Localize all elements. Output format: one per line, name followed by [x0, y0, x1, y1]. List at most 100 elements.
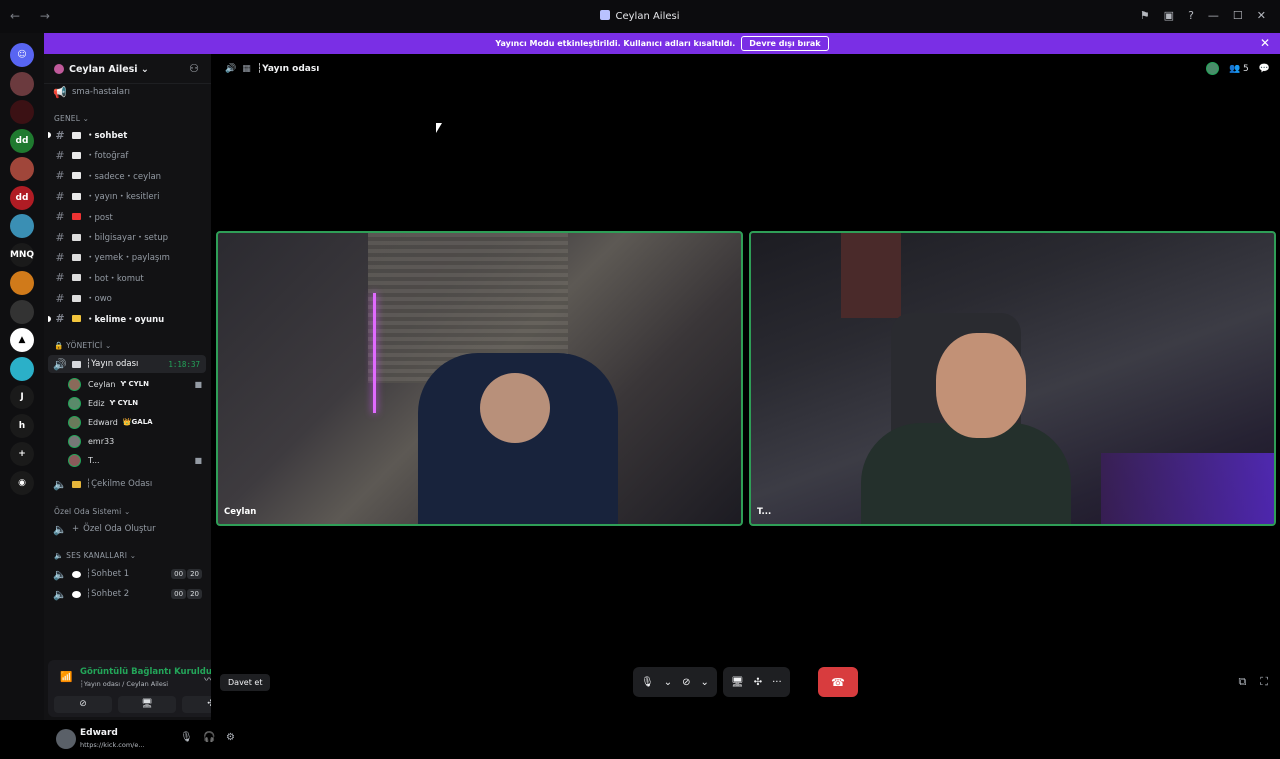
more-icon[interactable]: ··· — [772, 677, 782, 688]
server-icon-server-9[interactable] — [10, 271, 34, 295]
voice-status[interactable]: Görüntülü Bağlantı Kuruldu — [80, 667, 212, 677]
server-icon-add-server[interactable]: + — [10, 442, 34, 466]
voice-user[interactable]: Ceylan Ƴ CYLN ■ — [68, 375, 206, 393]
category-genel[interactable]: GENEL ⌄ — [54, 114, 89, 123]
server-icon-server-2[interactable] — [10, 71, 34, 96]
channel-sidebar: Ceylan Ailesi ⌄ ⚇ 📢 sma-hastaları GENEL … — [44, 54, 250, 749]
disable-streamer-mode-button[interactable]: Devre dışı bırak — [741, 36, 829, 51]
text-channel[interactable]: # ・yemek・paylaşım — [48, 248, 206, 266]
text-channel[interactable]: # ・owo — [48, 289, 206, 307]
chevron-down-icon[interactable]: ⌄ — [700, 677, 708, 688]
channel-emoji-icon — [72, 233, 81, 241]
invite-button[interactable]: Davet et — [220, 674, 271, 691]
voice-channel[interactable]: 🔈 ┆Sohbet 1 00 20 — [48, 565, 206, 583]
minimize-icon[interactable]: — — [1208, 9, 1219, 22]
text-channel[interactable]: # ・sohbet — [48, 126, 206, 144]
chat-icon[interactable]: 💬 — [1259, 64, 1270, 74]
screen-share-button[interactable]: 🖥 — [118, 696, 176, 713]
server-icon-server-3[interactable] — [10, 100, 34, 124]
activities-icon[interactable]: ✣ — [754, 677, 762, 688]
invite-people-icon[interactable]: ⚇ — [189, 62, 199, 75]
voice-channel-yayin[interactable]: 🔊 ┆Yayın odası 1:18:37 — [48, 355, 206, 373]
hash-icon: # — [55, 312, 65, 326]
inbox-icon[interactable]: ⚑ — [1140, 9, 1150, 22]
voice-user[interactable]: Ediz Ƴ CYLN — [68, 394, 206, 412]
server-icon-server-6[interactable]: dd — [10, 185, 34, 210]
camera-button[interactable]: ⊘ — [54, 696, 112, 713]
voice-user[interactable]: emr33 — [68, 432, 206, 450]
server-icon-home[interactable]: ☺ — [10, 43, 34, 67]
maximize-icon[interactable]: ☐ — [1233, 9, 1243, 22]
hangup-button[interactable]: ☎ — [818, 667, 858, 697]
participants-icon[interactable]: 👥 5 — [1229, 64, 1249, 74]
avatar[interactable] — [56, 729, 76, 749]
voice-user[interactable]: T... ■ — [68, 451, 206, 469]
server-icon-server-4[interactable]: dd — [10, 128, 34, 153]
server-icon-server-11[interactable]: ▲ — [10, 328, 34, 352]
app-icon — [600, 10, 611, 20]
server-icon-server-8[interactable]: MNQ — [10, 242, 34, 267]
hash-icon: # — [55, 148, 65, 162]
voice-channel-ozel-create[interactable]: 🔈 + Özel Oda Oluştur — [48, 520, 206, 538]
channel-name: ┆Sohbet 1 — [86, 569, 130, 579]
video-tile-ceylan[interactable]: Ceylan — [216, 231, 743, 526]
server-icon-discover[interactable]: ◉ — [10, 470, 34, 495]
guild-header[interactable]: Ceylan Ailesi ⌄ ⚇ — [44, 54, 211, 84]
server-icon-server-5[interactable] — [10, 157, 34, 181]
screen-share-icon[interactable]: 🖥 — [731, 677, 744, 688]
channel-emoji-icon — [72, 253, 81, 261]
channel-emoji-icon — [72, 570, 81, 578]
close-window-icon[interactable]: ✕ — [1257, 9, 1266, 22]
text-channel[interactable]: # ・kelime・oyunu — [48, 310, 206, 328]
channel-name: ・yayın・kesitleri — [86, 192, 160, 203]
channel-name: ・bot・komut — [86, 273, 144, 284]
mic-icon[interactable]: 🎙 — [641, 677, 654, 688]
channel-name: ・sadece・ceylan — [86, 171, 162, 182]
server-icon-server-10[interactable] — [10, 299, 34, 324]
server-icon-server-12[interactable] — [10, 356, 34, 381]
camera-off-icon[interactable]: ⊘ — [682, 677, 690, 688]
text-channel[interactable]: # ・bot・komut — [48, 269, 206, 287]
unread-indicator — [48, 315, 51, 322]
server-icon-server-13[interactable]: J — [10, 385, 34, 409]
avatar[interactable] — [1205, 62, 1219, 75]
chevron-down-icon[interactable]: ⌄ — [664, 677, 672, 688]
category-ozel-oda[interactable]: Özel Oda Sistemi ⌄ — [54, 507, 131, 516]
channel-emoji-icon: ▦ — [242, 64, 251, 74]
channel-name: ・post — [86, 212, 113, 223]
window-icon[interactable]: ▣ — [1164, 9, 1174, 22]
voice-channel-cekilme[interactable]: 🔈 ┆Çekilme Odası — [48, 475, 206, 493]
server-icon-server-7[interactable] — [10, 214, 34, 238]
camera-icon: ■ — [194, 379, 202, 389]
channel-sma[interactable]: 📢 sma-hastaları — [48, 83, 206, 101]
popout-icon[interactable]: ⧉ — [1238, 675, 1246, 689]
mic-icon[interactable]: 🎙 — [180, 732, 193, 743]
text-channel[interactable]: # ・yayın・kesitleri — [48, 187, 206, 205]
signal-icon: 📶 — [60, 672, 73, 683]
hash-icon: # — [55, 189, 65, 203]
category-ses-kanallari[interactable]: 🔈 SES KANALLARI ⌄ — [54, 551, 136, 560]
voice-channel[interactable]: 🔈 ┆Sohbet 2 00 20 — [48, 585, 206, 603]
neon-light — [373, 293, 376, 413]
channel-emoji-icon — [72, 294, 81, 302]
voice-user-name: Ceylan — [88, 379, 116, 389]
username[interactable]: Edward — [80, 728, 118, 738]
voice-location[interactable]: ┆Yayın odası / Ceylan Ailesi — [80, 680, 168, 688]
headphones-icon[interactable]: 🎧 — [203, 732, 215, 743]
video-tile-t[interactable]: T... — [749, 231, 1276, 526]
user-status: https://kick.com/e... — [80, 741, 145, 749]
help-icon[interactable]: ? — [1188, 9, 1194, 22]
text-channel[interactable]: # ・sadece・ceylan — [48, 167, 206, 185]
text-channel[interactable]: # ・post — [48, 208, 206, 226]
server-icon-server-14[interactable]: h — [10, 413, 34, 438]
fullscreen-icon[interactable]: ⛶ — [1260, 675, 1268, 689]
guild-name[interactable]: Ceylan Ailesi ⌄ — [69, 64, 149, 75]
settings-gear-icon[interactable]: ⚙ — [226, 732, 235, 743]
user-panel: Edward https://kick.com/e... 🎙 🎧 ⚙ — [48, 719, 250, 759]
text-channel[interactable]: # ・bilgisayar・setup — [48, 228, 206, 246]
category-yonetici[interactable]: 🔒 YÖNETİCİ ⌄ — [54, 341, 111, 350]
channel-name: ・owo — [86, 294, 112, 305]
text-channel[interactable]: # ・fotoğraf — [48, 146, 206, 164]
banner-close-icon[interactable]: ✕ — [1260, 36, 1270, 50]
voice-user[interactable]: Edward 👑GALA — [68, 413, 206, 431]
